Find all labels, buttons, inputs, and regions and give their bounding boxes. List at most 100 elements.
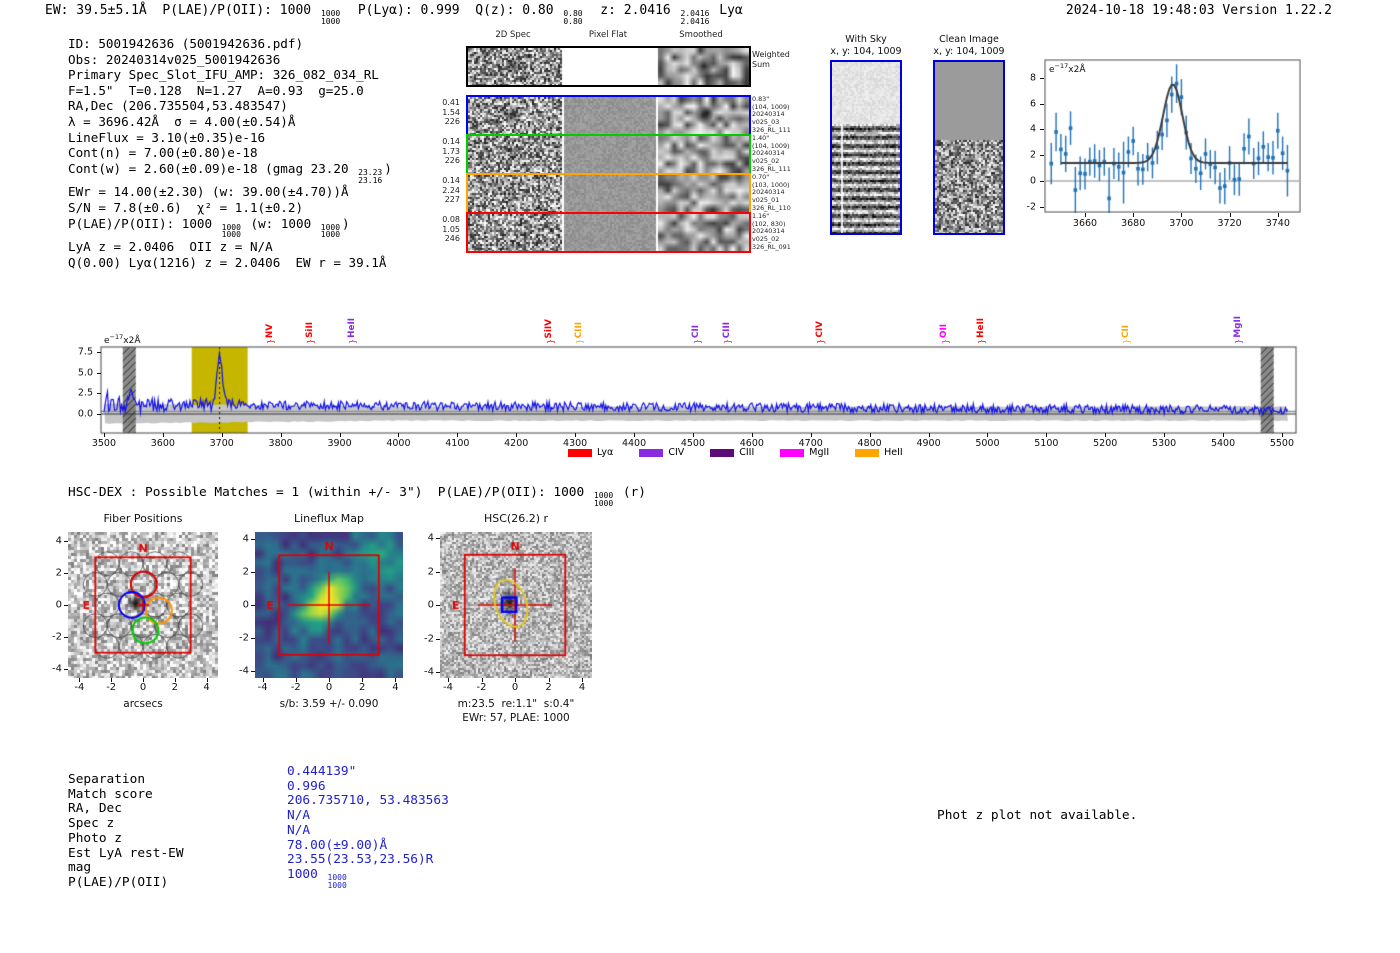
withsky-subtitle: x, y: 104, 1009: [830, 46, 902, 57]
main-xtick-14-mark: [928, 433, 930, 437]
summary-header-fraction-bottom: 2.0416: [680, 16, 710, 26]
emission-line-brace: {: [544, 338, 555, 345]
fiber_positions-xtick-mark-2: [143, 678, 144, 682]
info-line-0: ID: 5001942636 (5001942636.pdf): [68, 36, 392, 52]
left-label-line: 246: [444, 234, 460, 244]
spec2d-row-4: [466, 212, 751, 253]
emission-line-name: CIII: [573, 321, 584, 338]
summary-header-fraction-bottom: 1000: [320, 16, 341, 26]
spec2d-row-canvas-4: [468, 214, 749, 251]
main-xtick-2-mark: [221, 433, 223, 437]
fiber_positions-ytick-0: -4: [52, 663, 62, 675]
hsc_r-ytick-mark-0: [436, 672, 440, 673]
fit-xtick-4-mark: [1277, 213, 1279, 217]
version-label: Version 1.22.2: [1222, 3, 1332, 18]
emission-line-name: SiIV: [544, 318, 555, 338]
emission-line-brace: {: [976, 338, 987, 345]
lineflux_map-xlabel: s/b: 3.59 +/- 0.090: [279, 698, 379, 710]
weighted-sum-label-line: Sum: [752, 59, 770, 69]
clean-canvas: [935, 62, 1003, 233]
fit-xtick-3: 3720: [1217, 218, 1242, 229]
left-label-line: 1.54: [442, 107, 460, 117]
spec2d-row-left-label-3: 0.14 2.24 227: [420, 176, 460, 205]
match-label-6: mag: [68, 860, 92, 876]
fit-xtick-4: 3740: [1265, 218, 1290, 229]
weighted-sum-label-line: Weighted: [752, 50, 790, 59]
main-units-label-suffix: x2Å: [123, 336, 141, 346]
fiber_positions-xtick-1: -2: [106, 682, 117, 693]
main-xtick-18: 5300: [1152, 438, 1177, 449]
main-xtick-12-mark: [810, 433, 812, 437]
legend-label-3: MgII: [809, 447, 830, 458]
hsc_r-ytick-3: 2: [427, 566, 434, 577]
spec2d-row-right-label-4: 1.16" (102, 830) 20240314 v025_02 326_RL_091: [752, 212, 822, 252]
emission-line-marker-oii-8: OII{: [937, 324, 951, 345]
main-xtick-3-mark: [280, 433, 282, 437]
hsc_r-title: HSC(26.2) r: [483, 512, 549, 525]
hsc_r-ytick-2: 0: [427, 599, 434, 611]
clean-title: Clean Image: [939, 34, 999, 45]
hsc_r-canvas: [440, 532, 592, 678]
fiber_positions-xlabel: arcsecs: [123, 698, 163, 710]
hsc_r-xtick-mark-3: [548, 678, 550, 682]
match-label-2: RA, Dec: [68, 801, 122, 817]
summary-header-fraction: 0.80 0.80: [563, 10, 582, 26]
lineflux_map-xtick-mark-2: [329, 678, 330, 682]
info-line-13: Q(0.00) Lyα(1216) z = 2.0406 EW r = 39.1…: [68, 255, 392, 271]
match-value-0-text: 0.444139": [287, 764, 357, 779]
left-label-line: 0.14: [442, 137, 460, 146]
emission-line-name: CIII: [722, 321, 733, 338]
info-line-12: LyA z = 2.0406 OII z = N/A: [68, 239, 392, 255]
fiber_positions-ytick-mark-4: [64, 541, 68, 543]
montage-col-header-2: Smoothed: [679, 30, 723, 40]
main-ytick-0-mark: [97, 351, 101, 353]
main-units-label-exponent: −17: [109, 333, 124, 341]
match-value-2: 206.735710, 53.483563: [287, 794, 449, 809]
main-ytick-1: 5.0: [77, 367, 93, 379]
emission-line-marker-heii-9: HeII{: [974, 318, 988, 345]
left-label-line: 0.14: [442, 176, 460, 185]
lineflux_map-ytick-mark-4: [251, 538, 255, 540]
main-ytick-0: 7.5: [77, 346, 93, 358]
info-line-12-text: LyA z = 2.0406 OII z = N/A: [68, 239, 273, 255]
legend-swatch-0: [568, 448, 592, 457]
fit-ytick-4: 0: [1029, 175, 1036, 187]
match-label-0: Separation: [68, 772, 146, 787]
lineflux_map-ytick-3: 2: [242, 566, 249, 578]
lineflux_map-xtick-0: -4: [257, 682, 268, 693]
emission-line-brace: {: [347, 338, 358, 345]
lineflux_map-ytick-4: 4: [242, 533, 249, 545]
info-line-0-text: ID: 5001942636 (5001942636.pdf): [68, 36, 304, 51]
summary-header-text: EW: 39.5±5.1Å P(LAE)/P(OII): 1000: [45, 3, 319, 18]
info-line-11-fraction-bottom: 1000: [221, 230, 241, 240]
fiber_positions-ytick-mark-2: [64, 605, 68, 606]
fiber_positions-xtick-mark-3: [174, 678, 176, 682]
spec2d-row-right-label-2: 1.40" (104, 1009) 20240314 v025_02 326_RL_11…: [752, 134, 822, 174]
summary-header-text: P(Lyα): 0.999 Q(z): 0.80: [342, 3, 562, 18]
hsc_r-ytick-1: -2: [424, 633, 434, 644]
main-xtick-15-mark: [987, 433, 989, 437]
legend-swatch-1: [639, 448, 664, 457]
lineflux_map-xtick-mark-1: [295, 678, 297, 682]
summary-header-fraction-bottom: 0.80: [563, 16, 583, 26]
left-label-line: 226: [444, 156, 460, 166]
main-xtick-6-mark: [457, 433, 459, 437]
lineflux_map-xtick-mark-4: [395, 678, 397, 682]
match-value-2-text: 206.735710, 53.483563: [287, 793, 449, 809]
lineflux_map-ytick-mark-1: [251, 638, 255, 640]
hsc_r-xtick-mark-1: [481, 678, 483, 682]
info-line-6: LineFlux = 3.10(±0.35)e-16: [68, 130, 392, 146]
main-xtick-2: 3700: [209, 438, 234, 449]
fiber_positions-ytick-mark-1: [64, 636, 68, 638]
fit-ytick-3-mark: [1040, 155, 1044, 157]
main-ytick-1-mark: [97, 372, 101, 374]
left-label-line: 0.08: [442, 215, 460, 224]
emission-line-marker-heii-2: HeII{: [345, 318, 359, 345]
lineflux_map-xtick-mark-3: [362, 678, 364, 682]
lineflux_map-xtick-3: 2: [359, 682, 366, 693]
fit-xtick-2-mark: [1181, 213, 1183, 217]
emission-line-marker-civ-7: CIV{: [813, 321, 827, 345]
match-value-3-text: N/A: [287, 808, 311, 824]
hsc_r-ytick-mark-1: [436, 638, 440, 640]
emission-line-brace: {: [815, 338, 826, 345]
